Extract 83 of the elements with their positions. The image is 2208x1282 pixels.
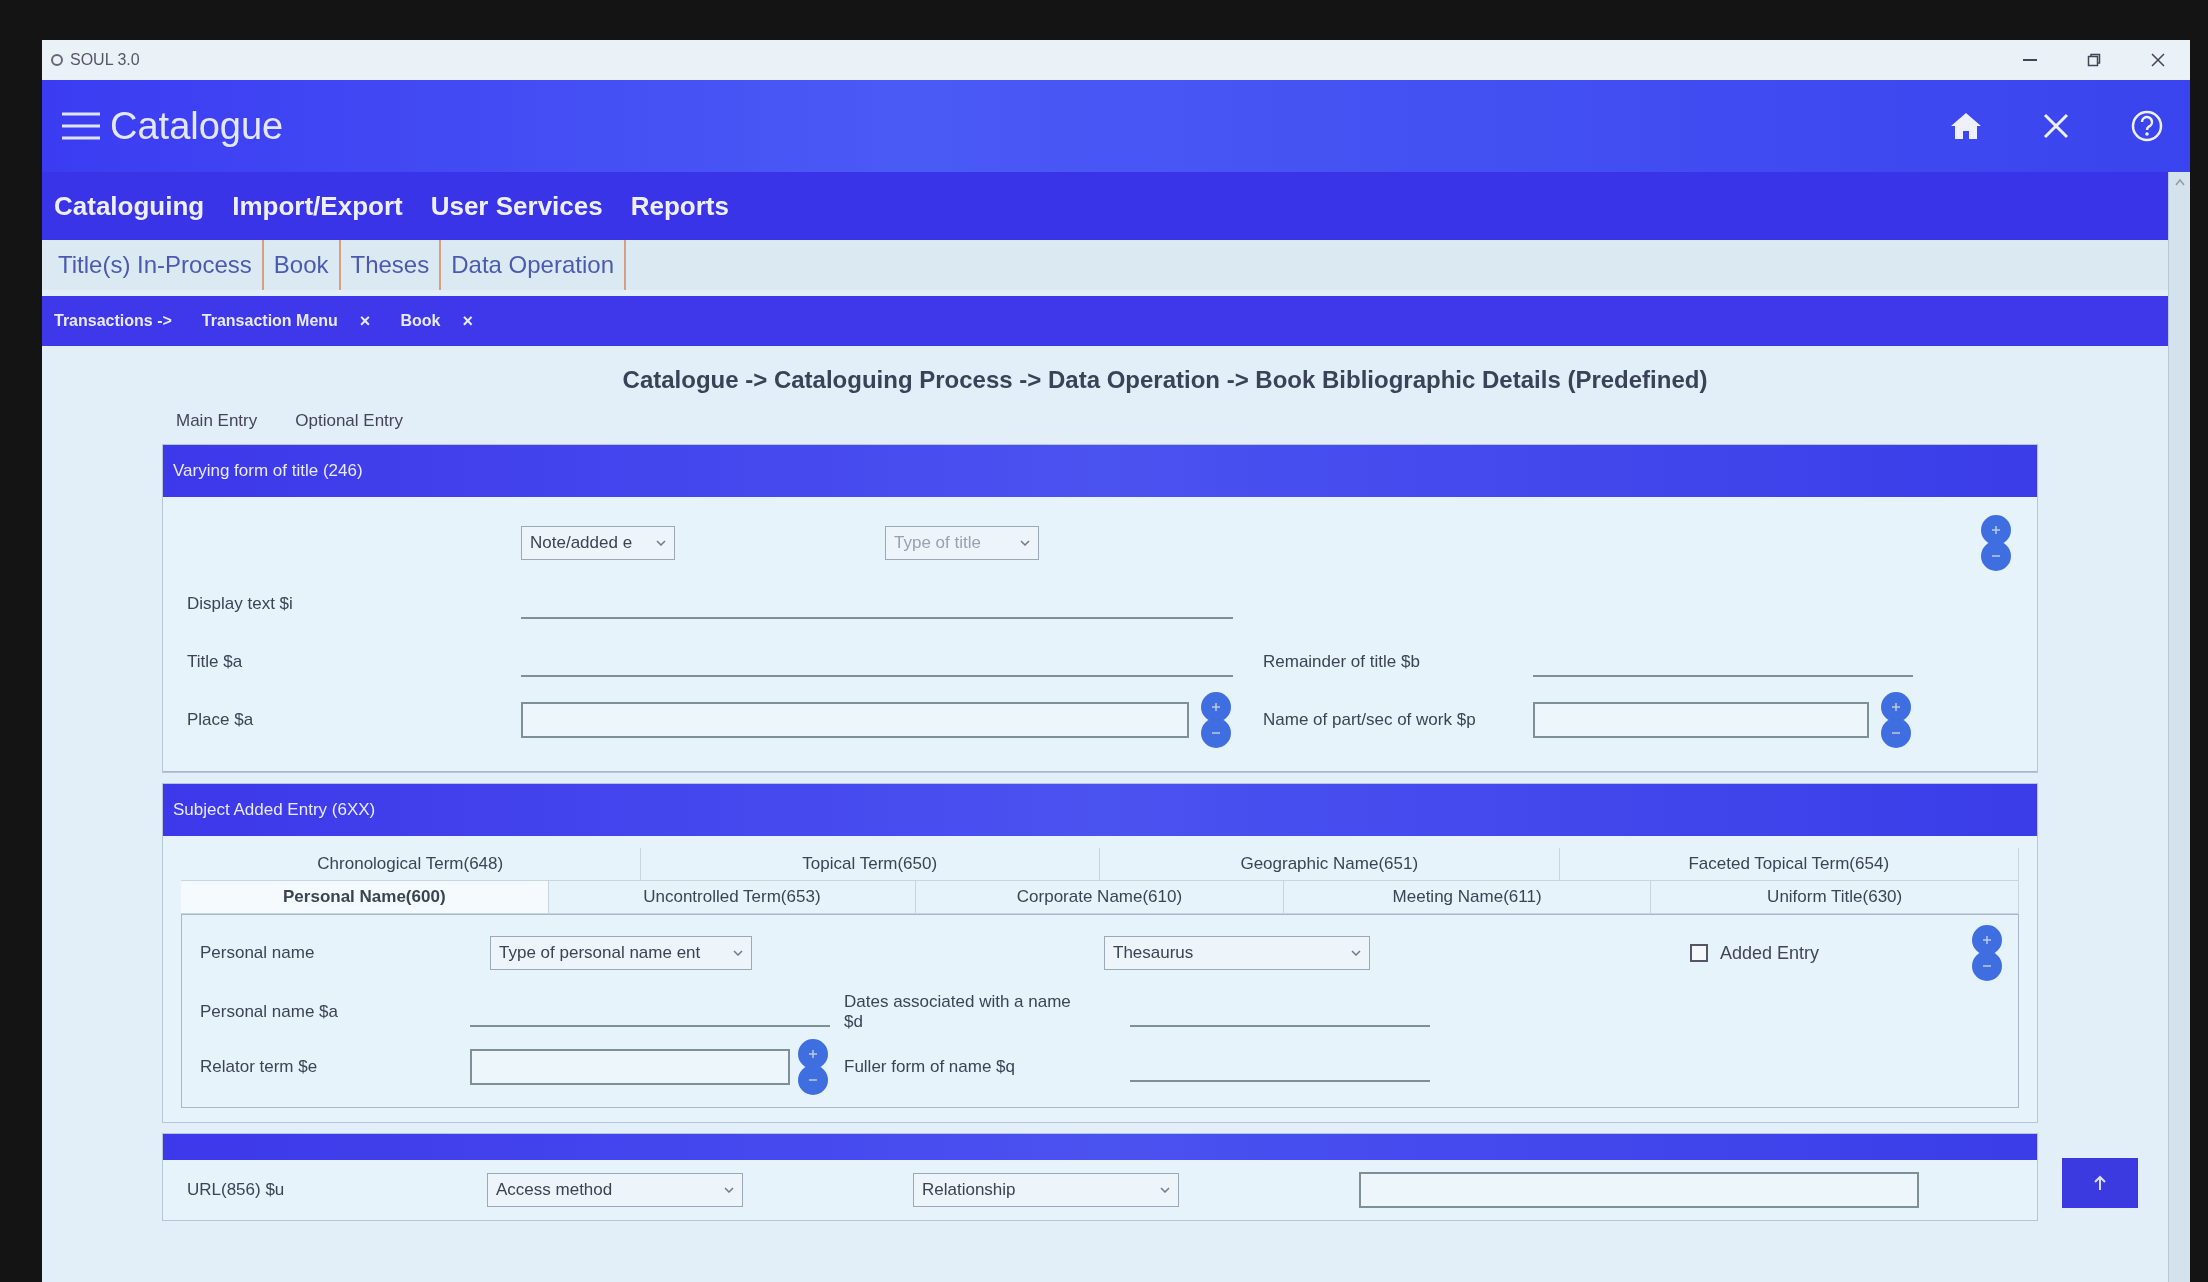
add-button[interactable] <box>798 1039 828 1069</box>
plus-icon <box>1991 525 2001 535</box>
caret-icon <box>1351 950 1361 956</box>
tab[interactable]: Theses <box>340 240 442 290</box>
restore-icon <box>2087 53 2101 67</box>
close-icon <box>2151 53 2165 67</box>
scroll-up-icon <box>2174 178 2185 186</box>
input-field[interactable] <box>1359 1172 1919 1208</box>
close-icon <box>2042 112 2070 140</box>
field-label: Title $a <box>187 652 244 672</box>
field-label: Personal name $a <box>200 1002 339 1022</box>
checkbox[interactable] <box>1690 944 1708 962</box>
remove-button[interactable] <box>1201 718 1231 748</box>
add-button[interactable] <box>1201 692 1231 722</box>
menu-icon <box>60 110 102 142</box>
dropdown[interactable]: Relationship <box>913 1173 1179 1207</box>
dropdown[interactable]: Thesaurus <box>1104 936 1370 970</box>
breadcrumb-link[interactable]: Transactions -> <box>54 312 172 330</box>
field-label: Place $a <box>187 710 255 730</box>
minimize-icon <box>2023 59 2037 61</box>
tab[interactable]: Corporate Name(610) <box>916 881 1284 913</box>
breadcrumb-link[interactable]: Book <box>400 312 441 330</box>
input-field[interactable] <box>470 1049 790 1085</box>
breadcrumb-link[interactable]: Transaction Menu <box>201 312 338 330</box>
tab[interactable]: Geographic Name(651) <box>1100 848 1560 880</box>
menu-item[interactable]: User Services <box>428 186 605 226</box>
plus-icon <box>808 1049 818 1059</box>
add-button[interactable] <box>1972 925 2002 955</box>
input-field[interactable] <box>521 702 1189 738</box>
field-label: Display text $i <box>187 594 294 614</box>
tab[interactable]: Faceted Topical Term(654) <box>1559 848 2019 880</box>
add-button[interactable] <box>1881 692 1911 722</box>
tab[interactable]: Uncontrolled Term(653) <box>548 881 917 913</box>
dropdown[interactable]: Note/added e <box>521 526 675 560</box>
tab[interactable]: Chronological Term(648) <box>181 848 641 880</box>
remove-button[interactable] <box>1881 718 1911 748</box>
field-label: URL(856) $u <box>187 1180 286 1200</box>
caret-icon <box>1160 1187 1170 1193</box>
plus-icon <box>1211 702 1221 712</box>
app-title: Catalogue <box>110 104 284 148</box>
remove-button[interactable] <box>798 1065 828 1095</box>
field-label: Dates associated with a name $d <box>843 992 1072 1032</box>
input-field[interactable] <box>1533 702 1869 738</box>
help-icon <box>2130 109 2164 143</box>
caret-icon <box>656 540 666 546</box>
field-label: Remainder of title $b <box>1262 652 1421 672</box>
section-header: Varying form of title (246) <box>163 445 2037 497</box>
window-title: SOUL 3.0 <box>70 51 140 69</box>
page-title: Catalogue -> Cataloguing Process -> Data Operation -> Book Bibliographic Details (Predefined) <box>621 365 1709 395</box>
app-icon <box>50 53 64 67</box>
field-label: Relator term $e <box>200 1057 319 1077</box>
checkbox-label: Added Entry <box>1720 942 1820 964</box>
tab[interactable]: Main Entry <box>176 411 258 431</box>
field-label: Name of part/sec of work $p <box>1262 710 1477 730</box>
caret-icon <box>733 950 743 956</box>
tab[interactable]: Meeting Name(611) <box>1283 881 1652 913</box>
menu-item[interactable]: Cataloguing <box>52 186 207 226</box>
remove-button[interactable] <box>1981 541 2011 571</box>
remove-button[interactable] <box>1972 951 2002 981</box>
plus-icon <box>1891 702 1901 712</box>
tab[interactable]: Optional Entry <box>295 411 403 431</box>
caret-icon <box>724 1187 734 1193</box>
tab[interactable]: Title(s) In-Process <box>48 240 264 290</box>
field-label: Personal name <box>200 943 316 963</box>
menu-item[interactable]: Reports <box>628 186 731 226</box>
section-header: Subject Added Entry (6XX) <box>163 784 2037 836</box>
menu-item[interactable]: Import/Export <box>230 186 405 226</box>
close-tab-button[interactable]: × <box>359 310 371 332</box>
plus-icon <box>1982 935 1992 945</box>
close-tab-button[interactable]: × <box>462 310 473 332</box>
dropdown[interactable]: Access method <box>487 1173 743 1207</box>
tab[interactable]: Uniform Title(630) <box>1651 881 2019 913</box>
tab[interactable]: Book <box>263 240 341 290</box>
dropdown[interactable]: Type of personal name ent <box>490 936 752 970</box>
tab[interactable]: Topical Term(650) <box>640 848 1100 880</box>
home-icon <box>1950 111 1982 141</box>
tab[interactable]: Data Operation <box>441 240 626 290</box>
tab[interactable]: Personal Name(600) <box>181 881 549 913</box>
scrollbar[interactable] <box>2168 172 2190 1282</box>
field-label: Fuller form of name $q <box>843 1057 1016 1077</box>
caret-icon <box>1020 540 1030 546</box>
up-arrow-icon <box>2093 1175 2107 1191</box>
add-button[interactable] <box>1981 515 2011 545</box>
